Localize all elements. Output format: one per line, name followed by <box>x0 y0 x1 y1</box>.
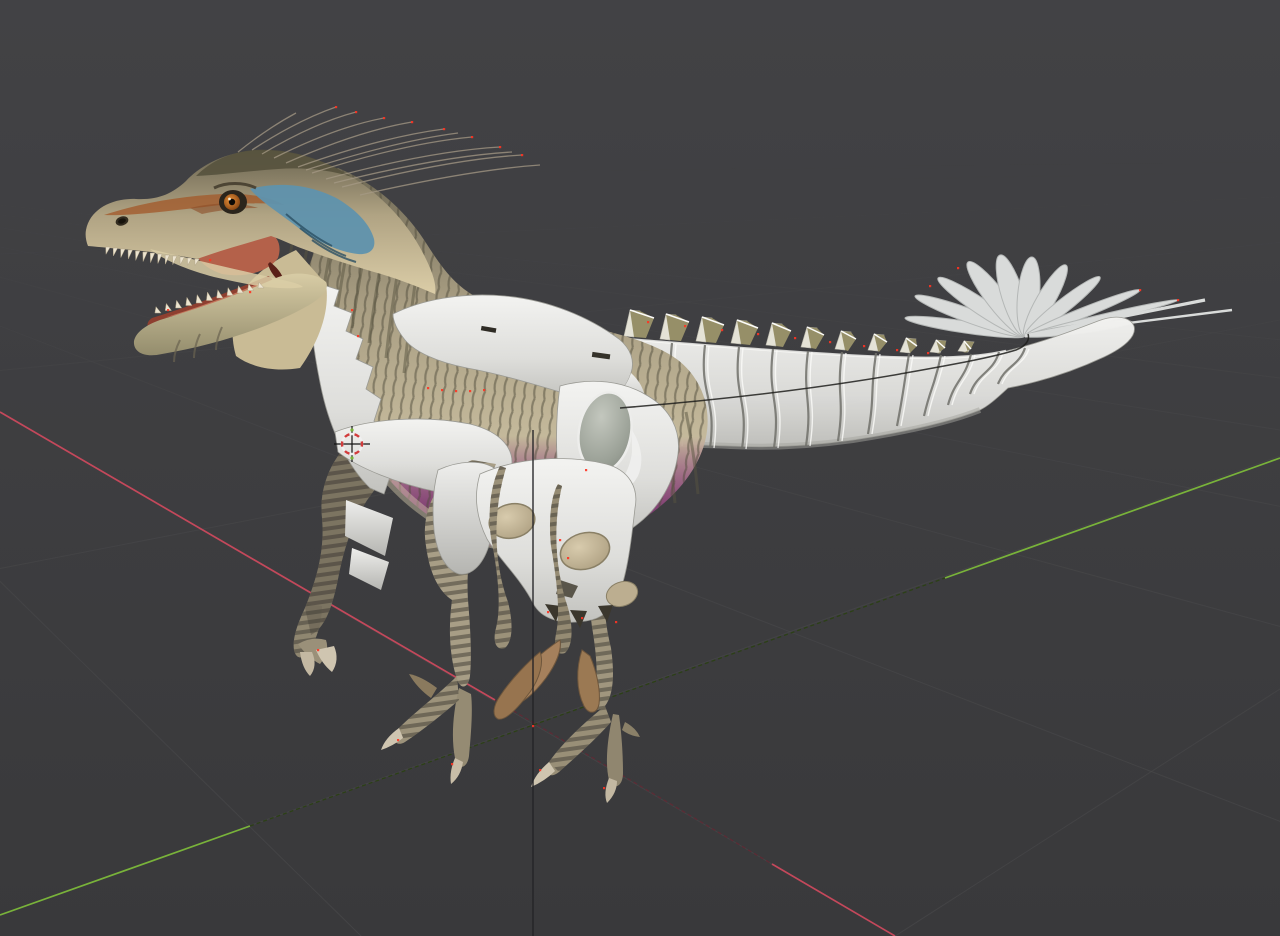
blender-3d-viewport[interactable] <box>0 0 1280 936</box>
